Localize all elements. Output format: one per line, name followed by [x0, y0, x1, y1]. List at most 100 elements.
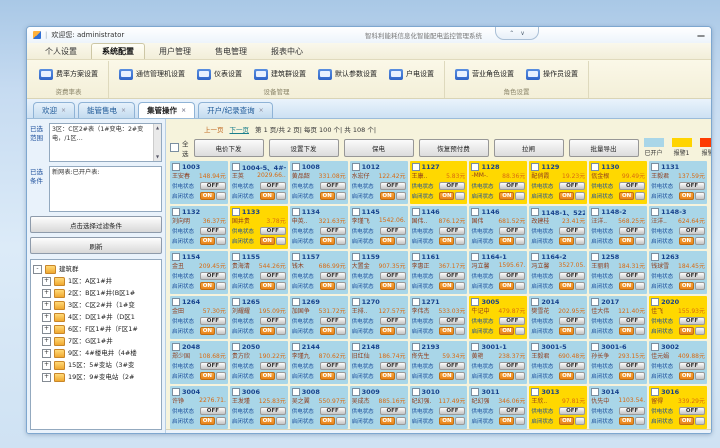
gate-on-button[interactable]: ON [499, 282, 514, 290]
toolbar-button[interactable]: 恢复预付费 [419, 139, 489, 157]
meter-card[interactable]: 3013 王欣.. 97.81元 供电状态 OFF 启闭状态 ON [529, 386, 587, 429]
supply-off-button[interactable]: OFF [619, 227, 645, 235]
gate-stub-button[interactable] [455, 372, 465, 380]
gate-on-button[interactable]: ON [260, 192, 275, 200]
supply-off-button[interactable]: OFF [260, 227, 286, 235]
expand-icon[interactable]: + [42, 349, 51, 358]
card-checkbox[interactable] [591, 253, 599, 261]
gate-stub-button[interactable] [396, 372, 406, 380]
card-checkbox[interactable] [232, 253, 240, 261]
scroll-down-icon[interactable]: ▼ [156, 154, 159, 160]
gate-stub-button[interactable] [396, 417, 406, 425]
card-checkbox[interactable] [292, 388, 300, 396]
supply-off-button[interactable]: OFF [320, 317, 346, 325]
gate-stub-button[interactable] [575, 417, 585, 425]
supply-off-button[interactable]: OFF [559, 227, 585, 235]
gate-stub-button[interactable] [336, 237, 346, 245]
supply-off-button[interactable]: OFF [439, 407, 465, 415]
meter-card[interactable]: 1161 李惠正 367.17元 供电状态 OFF 启闭状态 ON [410, 251, 468, 294]
gate-on-button[interactable]: ON [200, 327, 215, 335]
meter-card[interactable]: 1012 水宏仔 122.42元 供电状态 OFF 启闭状态 ON [350, 161, 408, 204]
close-icon[interactable]: × [259, 107, 264, 114]
meter-card[interactable]: 3002 佳元娟 409.88元 供电状态 OFF 启闭状态 ON [649, 341, 707, 384]
gate-stub-button[interactable] [276, 237, 286, 245]
meter-card[interactable]: 2050 贵方欣 190.22元 供电状态 OFF 启闭状态 ON [230, 341, 288, 384]
supply-off-button[interactable]: OFF [260, 362, 286, 370]
meter-card[interactable]: 2144 李瑾九 870.62元 供电状态 OFF 启闭状态 ON [290, 341, 348, 384]
tree-item[interactable]: + 6区：F区1#井（F区1# [42, 323, 159, 335]
card-checkbox[interactable] [531, 253, 539, 261]
gate-on-button[interactable]: ON [320, 417, 335, 425]
meter-card[interactable]: 3005 牛记中 479.87元 供电状态 OFF 启闭状态 ON [469, 296, 527, 339]
meter-card[interactable]: 1134 申英.. 321.63元 供电状态 OFF 启闭状态 ON [290, 206, 348, 249]
expand-icon[interactable]: + [42, 277, 51, 286]
expand-icon[interactable]: + [42, 301, 51, 310]
supply-off-button[interactable]: OFF [380, 272, 406, 280]
card-checkbox[interactable] [352, 343, 360, 351]
meter-card[interactable]: 1263 钱球雪 184.45元 供电状态 OFF 启闭状态 ON [649, 251, 707, 294]
meter-card[interactable]: 3001-6 孙长争 293.15元 供电状态 OFF 启闭状态 ON [589, 341, 647, 384]
supply-off-button[interactable]: OFF [320, 407, 346, 415]
card-checkbox[interactable] [172, 343, 180, 351]
gate-on-button[interactable]: ON [499, 237, 514, 245]
gate-stub-button[interactable] [695, 327, 705, 335]
next-page-link[interactable]: 下一页 [230, 124, 250, 134]
expand-icon[interactable]: + [42, 337, 51, 346]
ribbon-button[interactable]: 户电设置 [387, 67, 436, 82]
ribbon-button[interactable]: 营业角色设置 [453, 67, 516, 82]
meter-card[interactable]: 2148 旧红仙 186.74元 供电状态 OFF 启闭状态 ON [350, 341, 408, 384]
gate-stub-button[interactable] [515, 417, 525, 425]
meter-card[interactable]: 1127 王康.. 5.83元 供电状态 OFF 启闭状态 ON [410, 161, 468, 204]
supply-off-button[interactable]: OFF [260, 182, 286, 190]
expand-icon[interactable]: + [42, 325, 51, 334]
card-checkbox[interactable] [531, 343, 539, 351]
supply-off-button[interactable]: OFF [619, 362, 645, 370]
gate-on-button[interactable]: ON [439, 192, 454, 200]
gate-stub-button[interactable] [216, 192, 226, 200]
gate-on-button[interactable]: ON [559, 237, 574, 245]
supply-off-button[interactable]: OFF [439, 272, 465, 280]
gate-stub-button[interactable] [575, 372, 585, 380]
gate-on-button[interactable]: ON [439, 372, 454, 380]
supply-off-button[interactable]: OFF [439, 227, 465, 235]
meter-card[interactable]: 1154 金丑 209.45元 供电状态 OFF 启闭状态 ON [170, 251, 228, 294]
gate-on-button[interactable]: ON [320, 327, 335, 335]
supply-off-button[interactable]: OFF [559, 272, 585, 280]
gate-on-button[interactable]: ON [559, 417, 574, 425]
supply-off-button[interactable]: OFF [559, 407, 585, 415]
gate-on-button[interactable]: ON [439, 327, 454, 335]
meter-card[interactable]: 1008 黄品韶 331.08元 供电状态 OFF 启闭状态 ON [290, 161, 348, 204]
ribbon-button[interactable]: 通信管理机设置 [117, 67, 187, 82]
supply-off-button[interactable]: OFF [499, 272, 525, 280]
card-checkbox[interactable] [471, 343, 479, 351]
gate-on-button[interactable]: ON [499, 417, 514, 425]
supply-off-button[interactable]: OFF [679, 407, 705, 415]
meter-card[interactable]: 2048 郑少国 108.68元 供电状态 OFF 启闭状态 ON [170, 341, 228, 384]
card-checkbox[interactable] [471, 298, 479, 306]
selected-condition-box[interactable]: 新网表:已开户表: [49, 166, 162, 212]
gate-on-button[interactable]: ON [559, 192, 574, 200]
meter-card[interactable]: 2020 佳飞 155.93元 供电状态 OFF 启闭状态 ON [649, 296, 707, 339]
menu-tab[interactable]: 用户管理 [149, 44, 201, 59]
close-icon[interactable]: × [121, 107, 126, 114]
card-checkbox[interactable] [292, 343, 300, 351]
supply-off-button[interactable]: OFF [679, 272, 705, 280]
toolbar-button[interactable]: 批量导出 [569, 139, 639, 157]
card-checkbox[interactable] [651, 298, 659, 306]
gate-on-button[interactable]: ON [200, 372, 215, 380]
card-checkbox[interactable] [531, 163, 539, 171]
toolbar-button[interactable]: 设置下发 [269, 139, 339, 157]
card-checkbox[interactable] [651, 208, 659, 216]
gate-on-button[interactable]: ON [499, 192, 514, 200]
meter-card[interactable]: 3008 吴之翼 550.97元 供电状态 OFF 启闭状态 ON [290, 386, 348, 429]
gate-on-button[interactable]: ON [320, 372, 335, 380]
gate-on-button[interactable]: ON [559, 282, 574, 290]
supply-off-button[interactable]: OFF [380, 362, 406, 370]
supply-off-button[interactable]: OFF [439, 317, 465, 325]
gate-on-button[interactable]: ON [260, 327, 275, 335]
card-checkbox[interactable] [292, 253, 300, 261]
gate-on-button[interactable]: ON [559, 327, 574, 335]
gate-stub-button[interactable] [216, 372, 226, 380]
supply-off-button[interactable]: OFF [499, 227, 525, 235]
gate-on-button[interactable]: ON [439, 282, 454, 290]
